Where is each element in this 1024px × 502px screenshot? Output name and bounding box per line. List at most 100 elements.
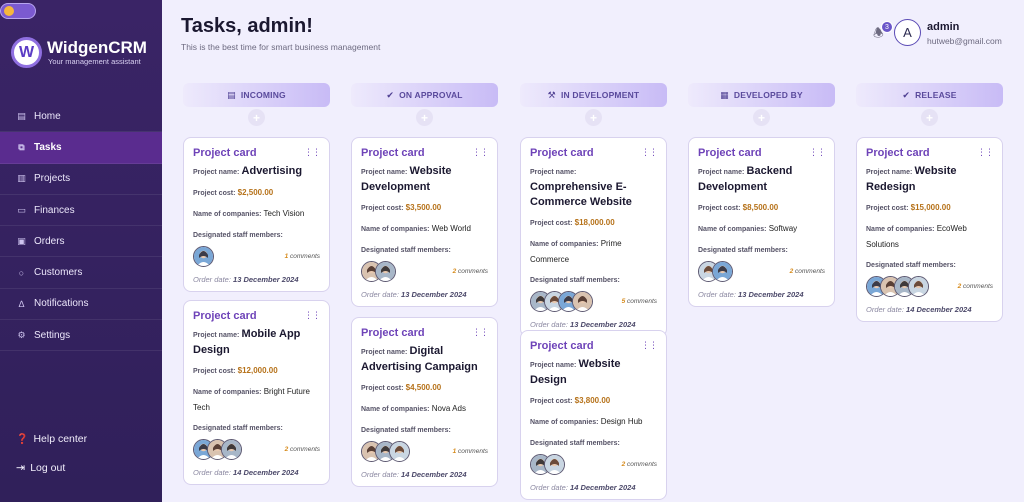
brand[interactable]: W WidgenCRM Your management assistant xyxy=(11,37,147,68)
staff-avatar[interactable] xyxy=(221,439,242,460)
company-name: Tech Vision xyxy=(263,209,305,218)
project-card[interactable]: Project card ⋮⋮ Project name: Website Deve… xyxy=(351,137,498,307)
sidebar-item-finances[interactable]: ▭ Finances xyxy=(0,195,162,227)
sidebar-item-label: Finances xyxy=(34,204,75,216)
column-incoming: ▤ INCOMING + Project card ⋮⋮ Project name: Ad… xyxy=(183,83,330,485)
drag-handle-icon[interactable]: ⋮⋮ xyxy=(304,147,321,158)
add-card-button[interactable]: + xyxy=(416,109,433,126)
comments-count[interactable]: 2 comments xyxy=(622,461,657,468)
column-header[interactable]: ⚒ IN DEVELOPMENT xyxy=(520,83,667,107)
order-date-label: Order date: xyxy=(530,320,568,329)
comments-label: comments xyxy=(963,283,993,290)
comments-count[interactable]: 2 comments xyxy=(285,446,320,453)
comments-number: 1 xyxy=(452,448,457,455)
project-card[interactable]: Project card ⋮⋮ Project name: Mobile App D… xyxy=(183,300,330,485)
wrench-icon: ⚒ xyxy=(547,89,556,100)
project-name: Comprehensive E-Commerce Website xyxy=(530,181,632,208)
column-header[interactable]: ✔ RELEASE xyxy=(856,83,1003,107)
sidebar-item-notifications[interactable]: ∆ Notifications xyxy=(0,289,162,321)
page-subtitle: This is the best time for smart business… xyxy=(181,42,381,52)
comments-label: comments xyxy=(290,446,320,453)
sidebar: W WidgenCRM Your management assistant ▤ H… xyxy=(0,0,162,502)
project-card[interactable]: Project card ⋮⋮ Project name: Website Desi… xyxy=(520,330,667,500)
comments-count[interactable]: 2 comments xyxy=(453,268,488,275)
drag-handle-icon[interactable]: ⋮⋮ xyxy=(641,340,658,351)
comments-count[interactable]: 1 comments xyxy=(285,253,320,260)
project-card[interactable]: Project card ⋮⋮ Project name: Comprehensiv… xyxy=(520,137,667,337)
add-card-button[interactable]: + xyxy=(585,109,602,126)
staff-avatar[interactable] xyxy=(389,441,410,462)
sidebar-item-orders[interactable]: ▣ Orders xyxy=(0,226,162,258)
project-name-label: Project name: xyxy=(193,169,240,176)
staff-avatar[interactable] xyxy=(908,276,929,297)
project-cost-label: Project cost: xyxy=(530,220,573,227)
staff-avatar[interactable] xyxy=(193,246,214,267)
user-avatar[interactable]: A xyxy=(894,19,921,46)
project-card[interactable]: Project card ⋮⋮ Project name: Advertising P… xyxy=(183,137,330,292)
help-center-link[interactable]: ❓ Help center xyxy=(16,433,156,445)
staff-avatars xyxy=(698,261,733,282)
check-badge-icon: ✔ xyxy=(902,89,911,100)
column-header[interactable]: ▤ INCOMING xyxy=(183,83,330,107)
order-date-value: 13 December 2024 xyxy=(738,290,804,299)
user-email: hutweb@gmail.com xyxy=(927,36,1002,46)
project-card[interactable]: Project card ⋮⋮ Project name: Website Rede… xyxy=(856,137,1003,322)
staff-label: Designated staff members: xyxy=(193,425,283,432)
gear-icon: ⚙ xyxy=(17,329,26,340)
order-date: Order date: 13 December 2024 xyxy=(530,320,657,329)
staff-avatar[interactable] xyxy=(375,261,396,282)
staff-avatar[interactable] xyxy=(712,261,733,282)
project-cost-label: Project cost: xyxy=(193,368,236,375)
comments-number: 2 xyxy=(452,268,457,275)
companies-label: Name of companies: xyxy=(361,226,430,233)
sidebar-item-projects[interactable]: ▥ Projects xyxy=(0,164,162,195)
drag-handle-icon[interactable]: ⋮⋮ xyxy=(304,310,321,321)
project-card[interactable]: Project card ⋮⋮ Project name: Digital Adve… xyxy=(351,317,498,487)
project-name-label: Project name: xyxy=(866,169,913,176)
add-card-button[interactable]: + xyxy=(753,109,770,126)
theme-toggle[interactable] xyxy=(0,3,36,19)
drag-handle-icon[interactable]: ⋮⋮ xyxy=(641,147,658,158)
column-header[interactable]: ▦ DEVELOPED BY xyxy=(688,83,835,107)
order-date-label: Order date: xyxy=(698,290,736,299)
project-name-label: Project name: xyxy=(361,169,408,176)
add-card-button[interactable]: + xyxy=(921,109,938,126)
project-card[interactable]: Project card ⋮⋮ Project name: Backend Deve… xyxy=(688,137,835,307)
add-card-button[interactable]: + xyxy=(248,109,265,126)
comments-label: comments xyxy=(795,268,825,275)
sidebar-item-tasks[interactable]: ⧉ Tasks xyxy=(0,132,162,164)
sidebar-item-label: Customers xyxy=(34,267,83,279)
order-date-value: 14 December 2024 xyxy=(401,470,467,479)
order-date-label: Order date: xyxy=(530,483,568,492)
column-title: DEVELOPED BY xyxy=(733,90,803,100)
drag-handle-icon[interactable]: ⋮⋮ xyxy=(472,327,489,338)
comments-label: comments xyxy=(627,461,657,468)
column-title: ON APPROVAL xyxy=(399,90,463,100)
companies-label: Name of companies: xyxy=(866,226,935,233)
logout-link[interactable]: ⇥ Log out xyxy=(16,461,156,475)
drag-handle-icon[interactable]: ⋮⋮ xyxy=(809,147,826,158)
sidebar-item-settings[interactable]: ⚙ Settings xyxy=(0,320,162,352)
project-cost: $3,500.00 xyxy=(405,203,442,212)
drag-handle-icon[interactable]: ⋮⋮ xyxy=(977,147,994,158)
comments-number: 2 xyxy=(621,461,626,468)
tasks-icon: ⧉ xyxy=(18,141,25,152)
project-name-label: Project name: xyxy=(193,332,240,339)
comments-count[interactable]: 2 comments xyxy=(958,283,993,290)
comments-count[interactable]: 2 comments xyxy=(790,268,825,275)
column-header[interactable]: ✔ ON APPROVAL xyxy=(351,83,498,107)
sidebar-item-customers[interactable]: ○ Customers xyxy=(0,257,162,289)
staff-avatar[interactable] xyxy=(572,291,593,312)
drag-handle-icon[interactable]: ⋮⋮ xyxy=(472,147,489,158)
comments-count[interactable]: 1 comments xyxy=(453,448,488,455)
sidebar-item-label: Tasks xyxy=(34,141,62,153)
staff-label: Designated staff members: xyxy=(698,247,788,254)
sidebar-item-home[interactable]: ▤ Home xyxy=(0,101,162,133)
staff-avatars xyxy=(193,246,214,267)
staff-avatar[interactable] xyxy=(544,454,565,475)
sun-icon xyxy=(4,6,14,16)
projects-icon: ▥ xyxy=(17,173,26,184)
user-name: admin xyxy=(927,21,960,33)
order-date-label: Order date: xyxy=(193,468,231,477)
comments-count[interactable]: 5 comments xyxy=(622,298,657,305)
